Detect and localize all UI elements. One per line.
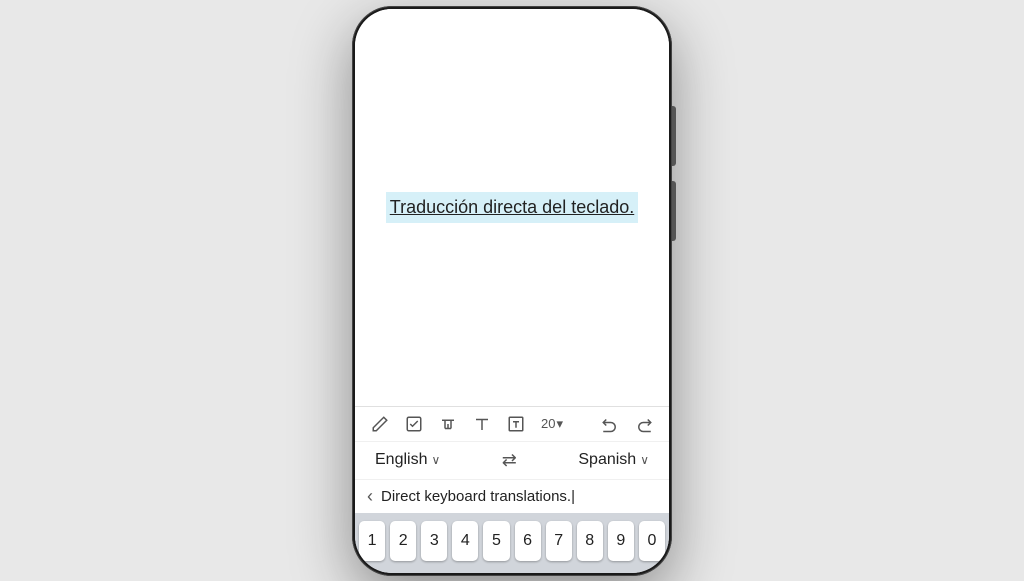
formatting-toolbar: 20▾	[355, 406, 669, 441]
source-language-selector[interactable]: English ∨	[375, 451, 440, 469]
source-lang-chevron-icon: ∨	[431, 453, 440, 467]
key-8[interactable]: 8	[577, 521, 603, 561]
input-text-display[interactable]: Direct keyboard translations.|	[381, 488, 657, 505]
input-row: ‹ Direct keyboard translations.|	[355, 479, 669, 513]
font-size-button[interactable]: 20▾	[541, 416, 563, 432]
redo-icon[interactable]	[635, 415, 653, 433]
key-5[interactable]: 5	[483, 521, 509, 561]
handwriting-icon[interactable]	[371, 415, 389, 433]
key-7[interactable]: 7	[546, 521, 572, 561]
target-language-selector[interactable]: Spanish ∨	[578, 451, 649, 469]
key-2[interactable]: 2	[390, 521, 416, 561]
undo-icon[interactable]	[601, 415, 619, 433]
key-9[interactable]: 9	[608, 521, 634, 561]
source-language-label: English	[375, 451, 427, 469]
key-3[interactable]: 3	[421, 521, 447, 561]
key-1[interactable]: 1	[359, 521, 385, 561]
key-0[interactable]: 0	[639, 521, 665, 561]
document-area: Traducción directa del teclado.	[355, 9, 669, 406]
keyboard-area: 1 2 3 4 5 6 7 8 9 0	[355, 513, 669, 573]
phone-device: Traducción directa del teclado.	[352, 6, 672, 576]
format-text-icon[interactable]	[439, 415, 457, 433]
back-button[interactable]: ‹	[367, 486, 373, 507]
checkbox-icon[interactable]	[405, 415, 423, 433]
target-language-label: Spanish	[578, 451, 636, 469]
font-size-value: 20	[541, 416, 555, 431]
phone-screen: Traducción directa del teclado.	[355, 9, 669, 573]
swap-languages-button[interactable]: ⇄	[502, 450, 517, 471]
boxed-font-icon[interactable]	[507, 415, 525, 433]
translated-text: Traducción directa del teclado.	[386, 192, 638, 223]
font-size-arrow: ▾	[556, 416, 563, 432]
keyboard-number-row: 1 2 3 4 5 6 7 8 9 0	[359, 521, 665, 561]
target-lang-chevron-icon: ∨	[640, 453, 649, 467]
language-bar: English ∨ ⇄ Spanish ∨	[355, 441, 669, 479]
font-icon[interactable]	[473, 415, 491, 433]
key-6[interactable]: 6	[515, 521, 541, 561]
key-4[interactable]: 4	[452, 521, 478, 561]
